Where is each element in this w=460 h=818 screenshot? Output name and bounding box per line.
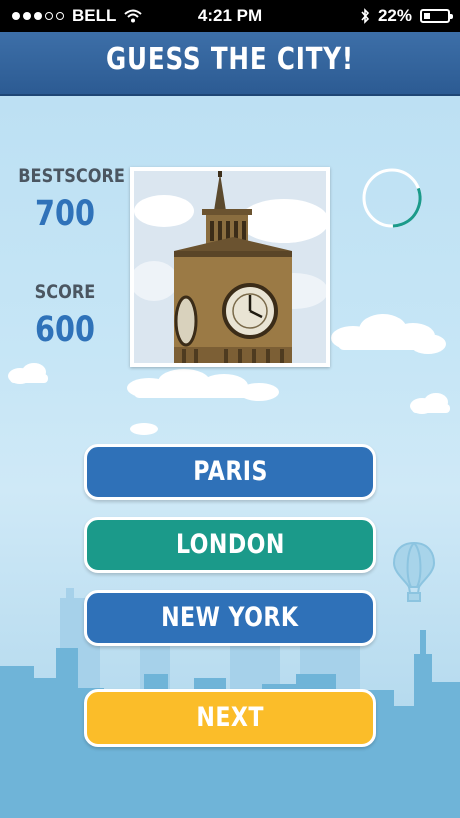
- bluetooth-icon: [361, 8, 370, 24]
- score-label: SCORE: [34, 281, 96, 303]
- answer-button-new-york[interactable]: NEW YORK: [84, 590, 376, 646]
- best-score-label: BESTSCORE: [18, 165, 125, 187]
- cloud-decoration: [127, 369, 279, 401]
- answer-button-london[interactable]: LONDON: [84, 517, 376, 573]
- cloud-decoration: [130, 423, 158, 435]
- cloud-decoration: [331, 314, 446, 354]
- cloud-decoration: [8, 363, 48, 384]
- timer-ring: [362, 168, 422, 228]
- answer-button-paris[interactable]: PARIS: [84, 444, 376, 500]
- city-photo: [130, 167, 330, 367]
- answer-label: LONDON: [175, 529, 285, 560]
- cloud-decoration: [410, 393, 450, 414]
- next-button[interactable]: NEXT: [84, 689, 376, 747]
- score-value: 600: [35, 310, 95, 350]
- app-header: GUESS THE CITY!: [0, 32, 460, 96]
- battery-percent: 22%: [377, 6, 412, 25]
- page-title: GUESS THE CITY!: [106, 42, 354, 77]
- answer-label: NEW YORK: [161, 602, 299, 633]
- battery-icon: [420, 9, 453, 23]
- answer-label: PARIS: [192, 456, 268, 487]
- best-score-value: 700: [35, 194, 95, 234]
- status-bar: BELL 4:21 PM 22%: [0, 0, 460, 32]
- next-label: NEXT: [196, 702, 264, 733]
